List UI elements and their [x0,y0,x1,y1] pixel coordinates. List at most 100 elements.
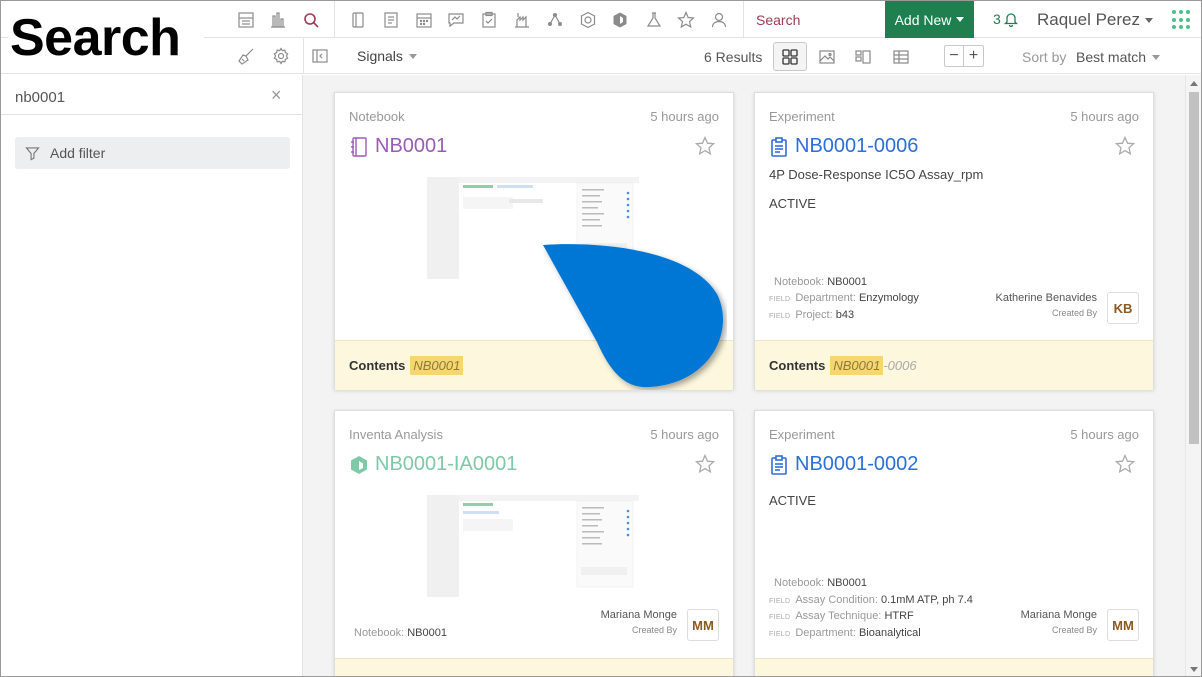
bell-icon [1003,13,1018,27]
add-new-button[interactable]: Add New [885,1,974,38]
search-icon[interactable] [299,8,323,32]
favorite-star-icon[interactable] [694,453,716,479]
signals-label: Signals [357,48,403,64]
user-menu[interactable]: Raquel Perez [1037,10,1154,30]
add-filter-label: Add filter [50,145,106,161]
scroll-down-arrow-icon[interactable] [1190,667,1198,672]
divider [1,114,302,115]
card-title-link[interactable]: NB0001-0002 [769,453,918,476]
calendar-icon[interactable] [412,8,436,32]
card-title-link[interactable]: NB0001-IA0001 [349,453,517,476]
table-view-button[interactable] [884,42,918,71]
avatar[interactable]: MM [687,609,719,641]
user-name: Raquel Perez [1037,10,1141,29]
results-scrollbar[interactable] [1185,75,1201,676]
card-status: ACTIVE [769,493,816,508]
global-search-input[interactable]: Search [756,12,800,28]
zoom-control: − + [944,45,984,67]
result-card-experiment[interactable]: Experiment 5 hours ago NB0001-0006 4P Do… [754,92,1154,390]
meta-row: FIELD Department: Enzymology [769,292,919,304]
filter-panel: nb0001 × Add filter [1,75,303,676]
broom-icon[interactable] [234,44,258,68]
collapse-panel-icon[interactable] [308,44,332,68]
card-title: NB0001-0002 [795,453,919,475]
scroll-up-arrow-icon[interactable] [1190,81,1198,86]
card-title: NB0001 [375,135,448,157]
toolbar-divider [334,1,335,38]
pointer-drop-marker [543,244,724,388]
sort-value: Best match [1076,49,1147,65]
table-view-icon [893,49,909,64]
zoom-in-button[interactable]: + [964,46,983,66]
app-launcher-icon[interactable] [1172,10,1192,30]
flask-icon[interactable] [642,8,666,32]
card-footer: Contents NB0001 -0006 [755,340,1153,390]
zoom-out-button[interactable]: − [945,46,965,66]
chat-icon[interactable] [444,8,468,32]
hexagon-icon[interactable] [576,8,600,32]
document-icon[interactable] [379,8,403,32]
meta-row: Notebook: NB0001 [354,627,447,639]
scroll-thumb[interactable] [1189,92,1199,444]
card-type: Experiment [769,427,835,442]
card-status: ACTIVE [769,196,816,211]
footer-label: Contents [349,358,406,373]
footer-label: Contents [769,358,826,373]
chevron-down-icon [1145,17,1154,23]
add-filter-button[interactable]: Add filter [15,137,290,169]
inventa-icon[interactable] [608,8,632,32]
meta-row: FIELD Assay Condition: 0.1mM ATP, ph 7.4 [769,594,973,606]
favorite-star-icon[interactable] [1114,135,1136,161]
avatar[interactable]: KB [1107,292,1139,324]
favorite-star-icon[interactable] [1114,453,1136,479]
experiment-clipboard-icon [771,136,787,157]
creator-info: Mariana Monge Created By [1021,609,1097,635]
meta-row: FIELD Project: b43 [769,309,855,321]
star-icon[interactable] [674,8,698,32]
signals-dropdown[interactable]: Signals [357,48,417,64]
gear-icon[interactable] [269,44,293,68]
dashboard-icon[interactable] [234,8,258,32]
split-view-button[interactable] [846,42,880,71]
card-title-link[interactable]: NB0001-0006 [769,135,918,158]
avatar[interactable]: MM [1107,609,1139,641]
favorite-star-icon[interactable] [694,135,716,161]
search-query-input[interactable]: nb0001 [15,89,65,106]
creator-name: Katherine Benavides [995,292,1097,304]
creator-info: Mariana Monge Created By [601,609,677,635]
network-icon[interactable] [543,8,567,32]
split-view-icon [855,49,871,64]
chart-icon[interactable] [266,8,290,32]
add-new-label: Add New [894,11,952,28]
creator-info: Katherine Benavides Created By [995,292,1097,318]
image-view-button[interactable] [810,42,844,71]
card-time: 5 hours ago [650,427,719,442]
notifications-button[interactable]: 3 [993,11,1019,27]
footer-rest: -0006 [883,358,917,373]
user-icon[interactable] [707,8,731,32]
footer-highlight: NB0001 [410,356,464,375]
grid-view-button[interactable] [773,42,807,71]
created-by-label: Created By [1051,625,1097,635]
preview-thumbnail [427,491,639,597]
meta-row: Notebook: NB0001 [774,577,867,589]
creator-name: Mariana Monge [600,609,677,621]
clipboard-icon[interactable] [477,8,501,32]
card-description: 4P Dose-Response IC5O Assay_rpm [769,167,984,182]
card-type: Experiment [769,109,835,124]
sort-dropdown[interactable]: Best match [1076,49,1161,65]
page-title-overlay: Search [8,5,204,71]
card-type: Inventa Analysis [349,427,443,442]
created-by-label: Created By [631,625,677,635]
result-card-experiment[interactable]: Experiment 5 hours ago NB0001-0002 ACTIV… [754,410,1154,676]
clear-search-icon[interactable]: × [271,85,282,106]
result-card-inventa-analysis[interactable]: Inventa Analysis 5 hours ago NB0001-IA00… [334,410,734,676]
meta-row: FIELD Department: Bioanalytical [769,627,921,639]
card-title: NB0001-IA0001 [375,453,518,475]
meta-row: Notebook: NB0001 [774,276,867,288]
card-time: 5 hours ago [650,109,719,124]
card-title-link[interactable]: NB0001 [349,135,447,158]
lab-icon[interactable] [510,8,534,32]
chevron-down-icon [408,53,417,59]
notebook-icon[interactable] [346,8,370,32]
